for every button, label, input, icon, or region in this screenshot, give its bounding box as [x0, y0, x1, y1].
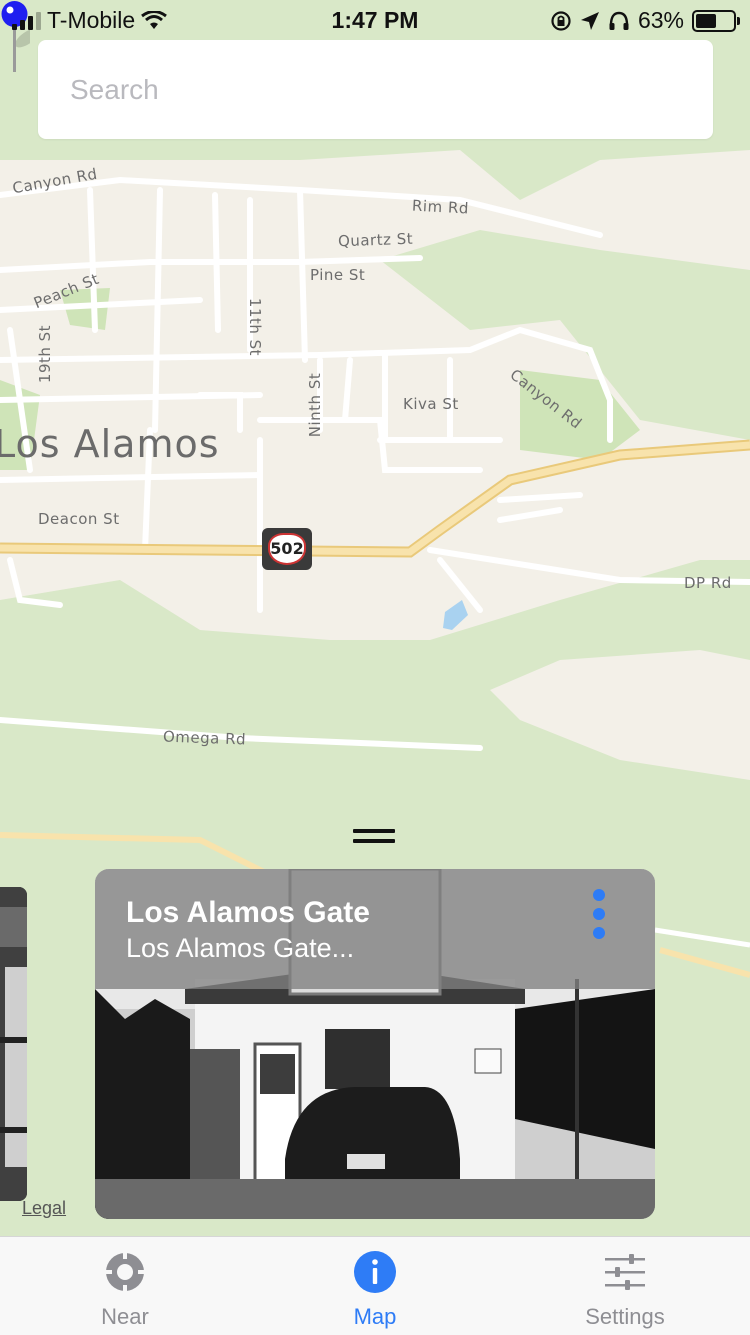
route-number: 502 — [268, 533, 306, 565]
tab-settings[interactable]: Settings — [500, 1237, 750, 1335]
info-icon — [354, 1251, 396, 1293]
street-label: Deacon St — [38, 510, 120, 528]
street-label: 19th St — [36, 324, 55, 384]
street-label: Quartz St — [337, 229, 414, 251]
tab-near[interactable]: Near — [0, 1237, 250, 1335]
map-view[interactable]: Los Alamos Canyon Rd Rim Rd Quartz St Pi… — [0, 0, 750, 1236]
legal-link[interactable]: Legal — [22, 1198, 66, 1219]
card-subtitle: Los Alamos Gate... — [126, 933, 355, 963]
city-label: Los Alamos — [0, 422, 220, 466]
status-bar: T-Mobile 1:47 PM 63% — [0, 0, 750, 40]
tab-label: Map — [353, 1304, 397, 1329]
street-label: Pine St — [310, 266, 366, 284]
route-shield: 502 — [262, 528, 312, 570]
search-input[interactable] — [68, 68, 672, 112]
battery-icon — [692, 9, 740, 32]
street-label: Kiva St — [403, 395, 459, 413]
place-card[interactable]: Los Alamos Gate Los Alamos Gate... — [95, 869, 655, 1219]
sliders-icon — [605, 1254, 645, 1290]
street-label: Ninth St — [306, 372, 325, 438]
location-arrow-icon — [580, 11, 599, 30]
street-label: DP Rd — [684, 574, 732, 592]
crosshair-icon — [103, 1250, 147, 1294]
street-label: 11th St — [246, 297, 265, 357]
drawer-handle[interactable] — [353, 829, 395, 847]
card-title: Los Alamos Gate — [126, 896, 370, 929]
tab-label: Near — [101, 1304, 149, 1329]
search-bar[interactable] — [38, 40, 713, 139]
street-label: Rim Rd — [411, 196, 470, 218]
tab-label: Settings — [585, 1304, 665, 1329]
headphones-icon — [609, 11, 629, 30]
more-vertical-icon[interactable] — [589, 889, 609, 941]
tab-bar: Near Map Settings — [0, 1236, 750, 1335]
orientation-lock-icon — [551, 10, 571, 31]
previous-card-peek[interactable] — [0, 887, 27, 1201]
battery-percent: 63% — [637, 7, 684, 33]
tab-map[interactable]: Map — [250, 1237, 500, 1335]
street-label: Omega Rd — [162, 727, 247, 749]
